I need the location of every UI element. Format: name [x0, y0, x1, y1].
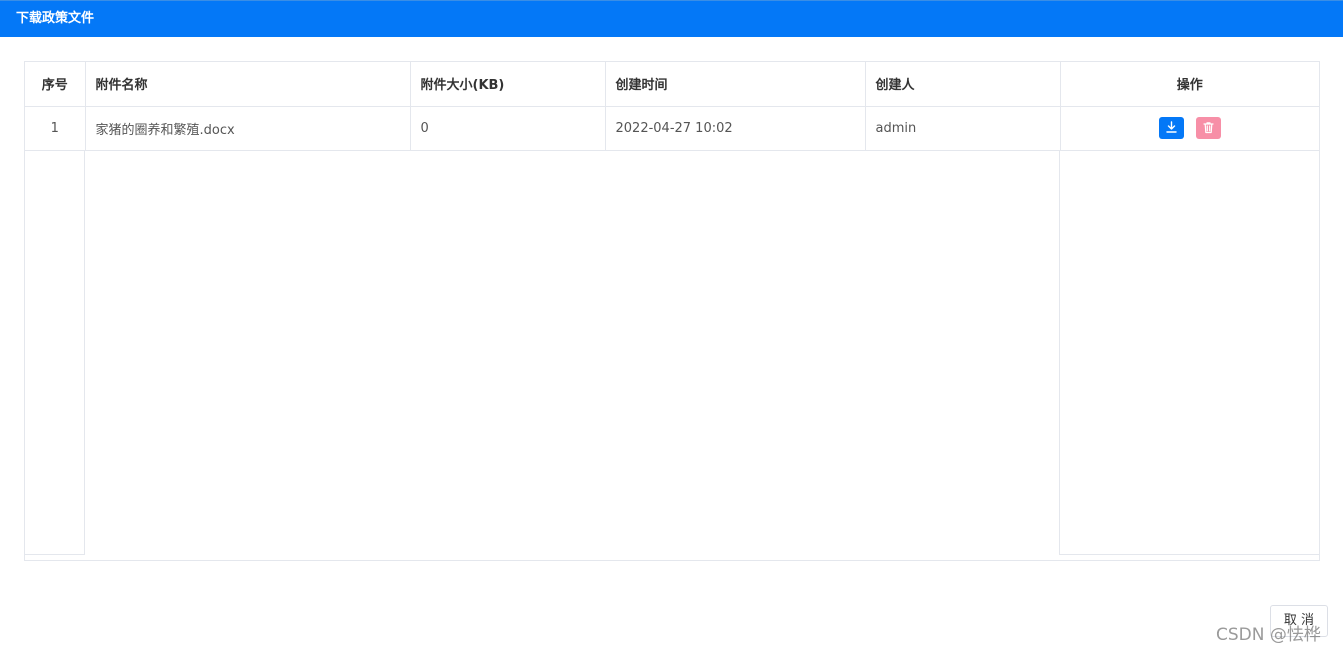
cell-actions: [1060, 106, 1319, 151]
dialog-header: 下载政策文件: [0, 0, 1343, 37]
column-header-created-at: 创建时间: [605, 62, 866, 107]
table-bottom-edge: [25, 554, 85, 555]
cell-size: 0: [410, 106, 606, 151]
download-button[interactable]: [1158, 117, 1184, 139]
column-header-creator: 创建人: [865, 62, 1061, 107]
column-header-size: 附件大小(KB): [410, 62, 606, 107]
column-divider: [84, 150, 85, 554]
download-icon: [1165, 121, 1177, 133]
cell-name: 家猪的圈养和繁殖.docx: [85, 106, 411, 151]
attachments-table: 序号 附件名称 附件大小(KB) 创建时间 创建人 操作 1 家猪的圈养和繁殖.…: [24, 61, 1320, 561]
table-bottom-edge: [1059, 554, 1319, 555]
column-divider: [1059, 150, 1060, 554]
table-row: 1 家猪的圈养和繁殖.docx 0 2022-04-27 10:02 admin: [25, 106, 1319, 151]
column-header-name: 附件名称: [85, 62, 411, 107]
cell-index: 1: [25, 106, 86, 151]
attachments-table-grid: 序号 附件名称 附件大小(KB) 创建时间 创建人 操作 1 家猪的圈养和繁殖.…: [25, 62, 1319, 151]
watermark: CSDN @怯桦: [1216, 625, 1321, 645]
table-header-row: 序号 附件名称 附件大小(KB) 创建时间 创建人 操作: [25, 62, 1319, 107]
cell-created-at: 2022-04-27 10:02: [605, 106, 866, 151]
column-header-actions: 操作: [1060, 62, 1319, 107]
dialog-title: 下载政策文件: [16, 11, 95, 26]
trash-icon: [1203, 122, 1214, 134]
cell-creator: admin: [865, 106, 1061, 151]
delete-button[interactable]: [1195, 117, 1221, 139]
column-header-index: 序号: [25, 62, 86, 107]
